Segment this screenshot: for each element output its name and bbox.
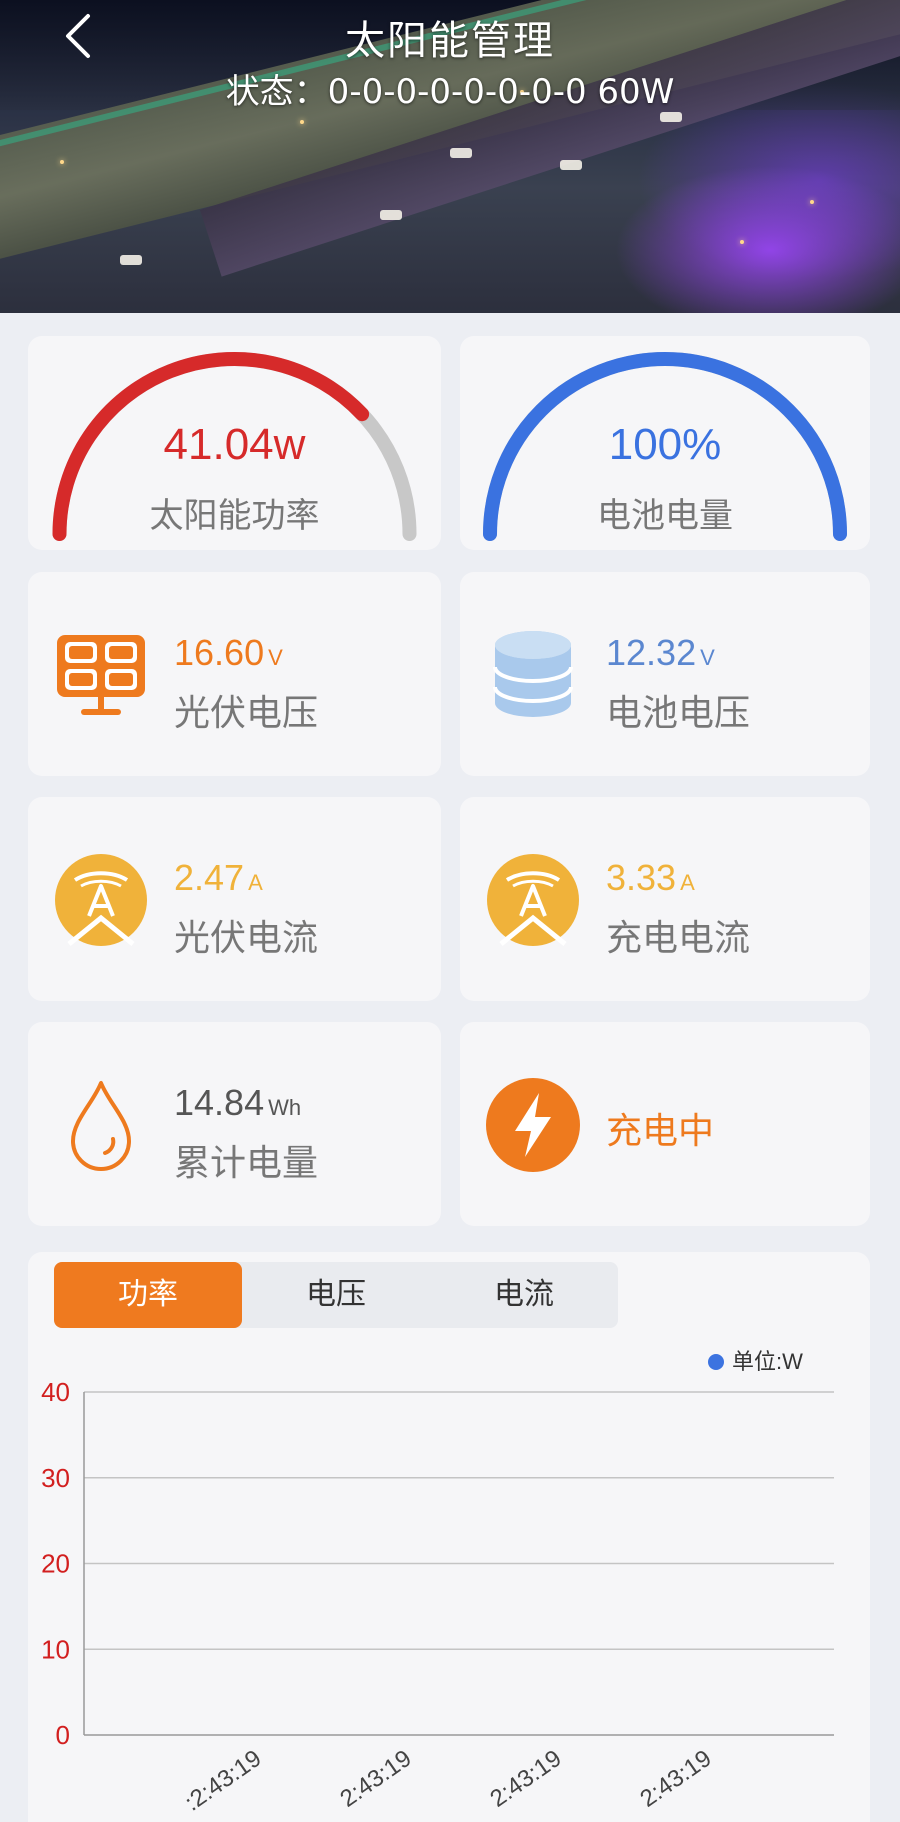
charge-current-card: 3.33 A 充电电流: [460, 797, 870, 1001]
drop-icon: [71, 1081, 131, 1171]
ampere-icon: [55, 854, 147, 946]
battery-voltage-label: 电池电压: [606, 693, 751, 734]
charge-current-value: 3.33 A: [606, 857, 695, 898]
pv-current-label: 光伏电流: [174, 918, 319, 959]
battery-voltage-value: 12.32 V: [606, 632, 715, 673]
charging-status-label: 充电中: [606, 1111, 715, 1152]
street-light: [740, 240, 744, 244]
history-chart-card: 功率 电压 电流 单位:W 0 10 20 30 40:2:43:19 2:43:19 2:…: [28, 1252, 870, 1822]
pv-current-card: 2.47 A 光伏电流: [28, 797, 441, 1001]
car: [660, 112, 682, 122]
x-tick-label: :2:43:19: [180, 1745, 267, 1817]
street-light: [810, 200, 814, 204]
y-tick-label: 0: [56, 1720, 70, 1750]
database-icon: [493, 631, 573, 717]
pv-current-value: 2.47 A: [174, 857, 263, 898]
total-energy-value: 14.84 Wh: [174, 1082, 302, 1123]
solar-power-gauge-card: 41.04w 太阳能功率: [28, 336, 441, 550]
street-light: [300, 120, 304, 124]
y-tick-label: 30: [41, 1463, 70, 1493]
x-tick-label: 2:43:19: [485, 1745, 566, 1813]
pv-voltage-card: 16.60 V 光伏电压: [28, 572, 441, 776]
pv-voltage-label: 光伏电压: [174, 693, 319, 734]
status-text: 状态：0-0-0-0-0-0-0-0 60W: [225, 72, 675, 112]
total-energy-card: 14.84 Wh 累计电量: [28, 1022, 441, 1226]
charging-status-card: 充电中: [460, 1022, 870, 1226]
battery-level-value: 100%: [608, 420, 722, 469]
car: [450, 148, 472, 158]
car: [120, 255, 142, 265]
solar-power-value: 41.04w: [163, 420, 306, 469]
y-tick-label: 20: [41, 1549, 70, 1579]
battery-level-gauge-card: 100% 电池电量: [460, 336, 870, 550]
street-light: [60, 160, 64, 164]
page-title: 太阳能管理: [345, 18, 555, 64]
car: [380, 210, 402, 220]
pv-voltage-value: 16.60 V: [174, 632, 283, 673]
solar-power-label: 太阳能功率: [149, 496, 320, 536]
x-tick-label: 2:43:19: [635, 1745, 716, 1813]
total-energy-label: 累计电量: [174, 1143, 319, 1184]
y-tick-label: 40: [41, 1377, 70, 1407]
ampere-icon: [487, 854, 579, 946]
y-tick-label: 10: [41, 1634, 70, 1664]
battery-voltage-card: 12.32 V 电池电压: [460, 572, 870, 776]
lightning-icon: [486, 1078, 580, 1172]
battery-level-label: 电池电量: [597, 496, 733, 536]
charge-current-label: 充电电流: [606, 918, 751, 959]
power-line-chart: 0 10 20 30 40 :2:43:19 2:43:19 2:43:19 2:43:19: [41, 1377, 834, 1817]
car: [560, 160, 582, 170]
solar-panel-icon: [57, 635, 145, 715]
x-tick-label: 2:43:19: [335, 1745, 416, 1813]
